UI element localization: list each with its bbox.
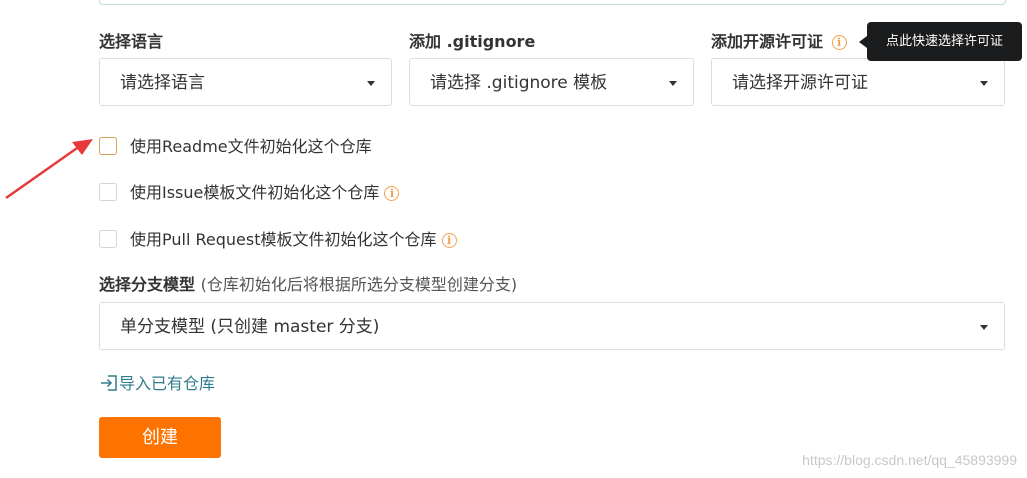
branch-model-select-value: 单分支模型 (只创建 master 分支) bbox=[120, 317, 380, 337]
import-repo-link-text: 导入已有仓库 bbox=[119, 374, 216, 393]
gitignore-label: 添加 .gitignore bbox=[409, 32, 536, 51]
info-circle-icon[interactable]: i bbox=[384, 186, 400, 201]
info-circle-icon[interactable]: i bbox=[831, 35, 847, 50]
license-label-text: 添加开源许可证 bbox=[711, 32, 824, 51]
branch-model-label-text: 选择分支模型 bbox=[99, 275, 196, 294]
license-select[interactable]: 请选择开源许可证 bbox=[711, 58, 1005, 106]
tooltip-arrow bbox=[859, 36, 867, 48]
language-select[interactable]: 请选择语言 bbox=[99, 58, 392, 106]
description-textarea[interactable] bbox=[99, 0, 1006, 5]
caret-down-icon bbox=[367, 81, 375, 86]
caret-down-icon bbox=[980, 325, 988, 330]
license-label: 添加开源许可证 i bbox=[711, 32, 847, 52]
branch-model-hint: (仓库初始化后将根据所选分支模型创建分支) bbox=[200, 275, 518, 294]
sign-in-icon bbox=[101, 375, 117, 391]
issue-template-row: 使用Issue模板文件初始化这个仓库 i bbox=[130, 183, 400, 203]
readme-checkbox[interactable] bbox=[99, 137, 117, 155]
pull-request-template-row: 使用Pull Request模板文件初始化这个仓库 i bbox=[130, 230, 457, 250]
license-tooltip: 点此快速选择许可证 bbox=[867, 22, 1022, 61]
caret-down-icon bbox=[980, 81, 988, 86]
caret-down-icon bbox=[669, 81, 677, 86]
import-repo-link[interactable]: 导入已有仓库 bbox=[99, 374, 215, 394]
pull-request-template-checkbox-label[interactable]: 使用Pull Request模板文件初始化这个仓库 bbox=[130, 230, 436, 249]
create-button[interactable]: 创建 bbox=[99, 417, 221, 458]
branch-model-select[interactable]: 单分支模型 (只创建 master 分支) bbox=[99, 302, 1005, 350]
info-circle-icon[interactable]: i bbox=[441, 233, 457, 248]
readme-checkbox-label[interactable]: 使用Readme文件初始化这个仓库 bbox=[130, 137, 372, 157]
pull-request-template-checkbox[interactable] bbox=[99, 230, 117, 248]
issue-template-checkbox[interactable] bbox=[99, 183, 117, 201]
language-select-value: 请选择语言 bbox=[120, 73, 205, 93]
gitignore-select-value: 请选择 .gitignore 模板 bbox=[430, 73, 608, 93]
license-select-value: 请选择开源许可证 bbox=[732, 73, 868, 93]
annotation-arrow bbox=[5, 139, 93, 200]
language-label: 选择语言 bbox=[99, 32, 164, 51]
watermark: https://blog.csdn.net/qq_45893999 bbox=[802, 452, 1017, 468]
issue-template-checkbox-label[interactable]: 使用Issue模板文件初始化这个仓库 bbox=[130, 183, 379, 202]
branch-model-label: 选择分支模型 (仓库初始化后将根据所选分支模型创建分支) bbox=[99, 275, 517, 295]
gitignore-select[interactable]: 请选择 .gitignore 模板 bbox=[409, 58, 694, 106]
